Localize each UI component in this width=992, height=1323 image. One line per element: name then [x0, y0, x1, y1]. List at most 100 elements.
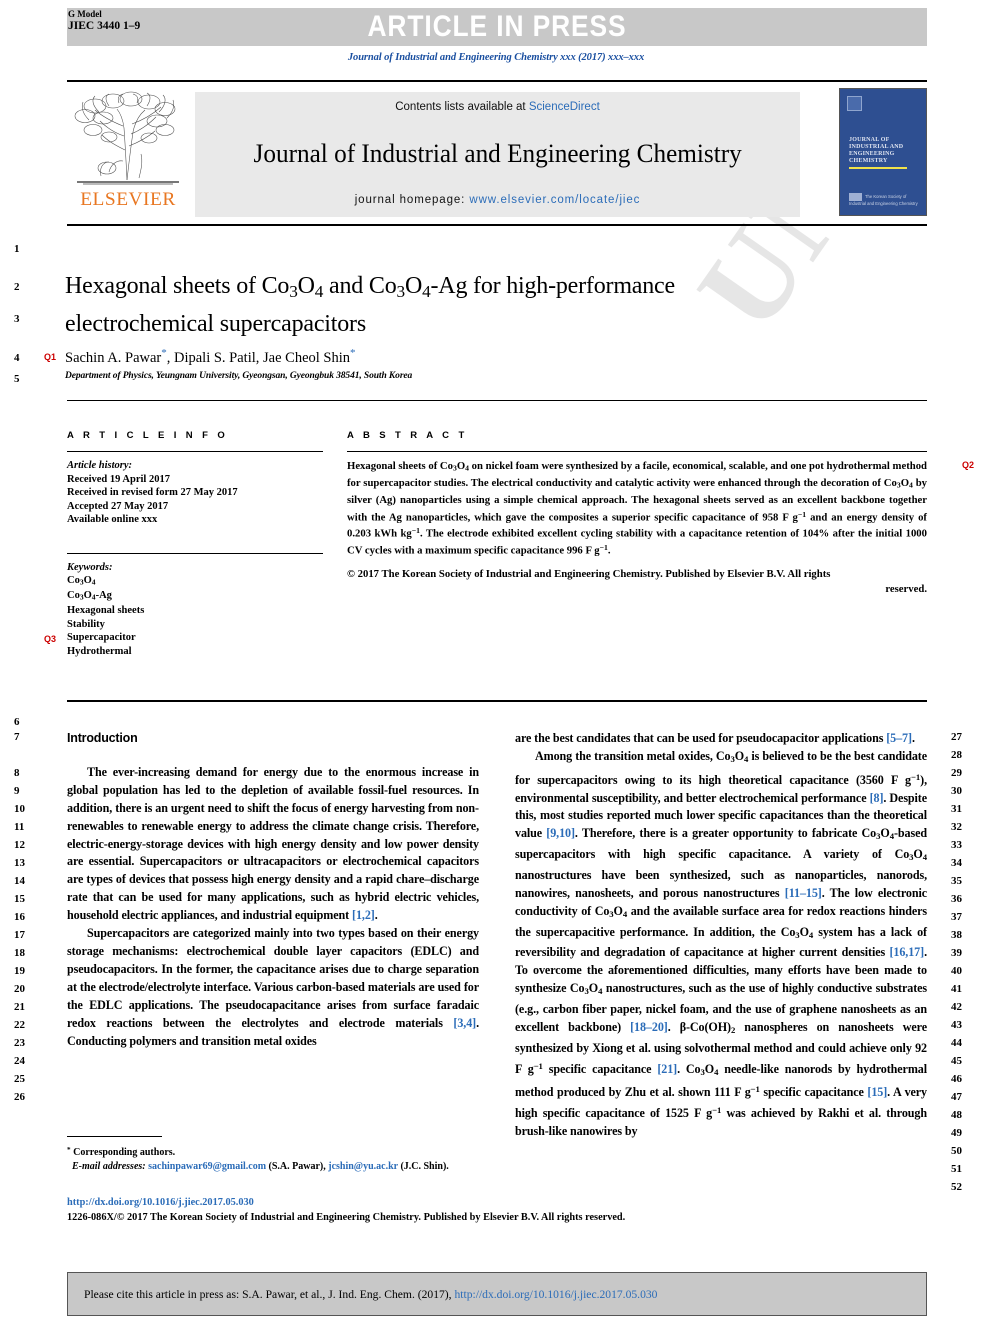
query-tag-q1[interactable]: Q1 — [44, 352, 56, 362]
abstract-copyright: © 2017 The Korean Society of Industrial … — [347, 567, 927, 596]
line-number: 3 — [14, 313, 20, 325]
line-number: 20 — [14, 983, 25, 995]
elsevier-tree-icon — [74, 91, 179, 185]
line-number: 29 — [951, 767, 962, 779]
line-number: 33 — [951, 839, 962, 851]
line-number: 42 — [951, 1001, 962, 1013]
cite-text-wrapper: Please cite this article in press as: S.… — [84, 1288, 657, 1301]
keyword-item: Stability — [67, 618, 105, 630]
contents-panel: Contents lists available at ScienceDirec… — [195, 92, 800, 217]
article-id: JIEC 3440 1–9 — [68, 20, 141, 32]
g-model-block: G Model JIEC 3440 1–9 — [68, 8, 140, 32]
citation-ref[interactable]: [1,2] — [352, 908, 375, 922]
article-info-block: A R T I C L E I N F O Article history: R… — [67, 430, 323, 658]
contents-available-line: Contents lists available at ScienceDirec… — [395, 101, 600, 113]
line-number: 4 — [14, 352, 20, 364]
homepage-url[interactable]: www.elsevier.com/locate/jiec — [469, 194, 640, 206]
line-number: 23 — [14, 1037, 25, 1049]
banner-label: ARTICLE IN PRESS — [367, 10, 627, 43]
issn-copyright-line: 1226-086X/© 2017 The Korean Society of I… — [67, 1211, 626, 1223]
history-item: Accepted 27 May 2017 — [67, 500, 169, 512]
journal-masthead: ELSEVIER Contents lists available at Sci… — [67, 80, 927, 226]
keywords-block: Keywords: Co3O4 Co3O4-Ag Hexagonal sheet… — [67, 561, 323, 659]
section-heading-introduction: Introduction — [67, 731, 138, 745]
keyword-item: Hydrothermal — [67, 645, 132, 657]
cover-badge-icon — [847, 96, 862, 111]
elsevier-wordmark: ELSEVIER — [80, 189, 176, 210]
line-number: 18 — [14, 947, 25, 959]
line-number: 13 — [14, 857, 25, 869]
line-number: 22 — [14, 1019, 25, 1031]
keyword-item: Co3O4-Ag — [67, 590, 112, 602]
line-number: 50 — [951, 1145, 962, 1157]
body-column-left: Introduction The ever-increasing demand … — [67, 730, 479, 1050]
line-number: 21 — [14, 1001, 25, 1013]
line-number: 40 — [951, 965, 962, 977]
email-addresses-note: E-mail addresses: sachinpawar69@gmail.co… — [67, 1160, 479, 1174]
citation-ref[interactable]: [16,17] — [889, 945, 924, 959]
copyright-tail: reserved. — [885, 582, 927, 595]
line-number: 14 — [14, 875, 25, 887]
query-tag-q3[interactable]: Q3 — [44, 634, 56, 644]
citation-ref[interactable]: [9,10] — [546, 826, 575, 840]
journal-homepage-line: journal homepage: www.elsevier.com/locat… — [355, 194, 641, 206]
line-number: 25 — [14, 1073, 25, 1085]
homepage-label: journal homepage: — [354, 194, 470, 206]
citation-ref[interactable]: [21] — [657, 1062, 677, 1076]
line-number: 9 — [14, 785, 20, 797]
citation-ref[interactable]: [8] — [870, 791, 884, 805]
line-number: 19 — [14, 965, 25, 977]
citation-ref[interactable]: [18–20] — [630, 1020, 668, 1034]
email-link-pawar[interactable]: sachinpawar69@gmail.com — [148, 1161, 266, 1172]
sciencedirect-link[interactable]: ScienceDirect — [529, 101, 600, 113]
email-label: E-mail addresses: — [72, 1161, 146, 1173]
article-info-heading: A R T I C L E I N F O — [67, 430, 229, 441]
author-footnote-marker[interactable]: * — [161, 347, 167, 359]
society-logo-icon — [849, 193, 862, 201]
cite-this-article-box: Please cite this article in press as: S.… — [67, 1272, 927, 1316]
line-number: 37 — [951, 911, 962, 923]
email-link-shin[interactable]: jcshin@yu.ac.kr — [328, 1161, 398, 1172]
citation-ref[interactable]: [5–7] — [886, 731, 912, 745]
keywords-label: Keywords: — [67, 561, 113, 573]
citation-ref[interactable]: [11–15] — [785, 886, 822, 900]
citation-ref[interactable]: [15] — [867, 1085, 887, 1099]
abstract-rule — [347, 451, 927, 452]
line-number: 34 — [951, 857, 962, 869]
body-paragraph: are the best candidates that can be used… — [515, 731, 915, 745]
cover-title: JOURNAL OF INDUSTRIAL AND ENGINEERING CH… — [849, 137, 904, 164]
line-number: 43 — [951, 1019, 962, 1031]
history-item: Received in revised form 27 May 2017 — [67, 487, 238, 498]
line-number: 8 — [14, 767, 20, 779]
line-number: 24 — [14, 1055, 25, 1067]
line-number: 27 — [951, 731, 962, 743]
citation-ref[interactable]: [3,4] — [453, 1016, 476, 1030]
query-tag-q2[interactable]: Q2 — [962, 460, 974, 470]
page-title: Hexagonal sheets of Co3O4 and Co3O4-Ag f… — [65, 273, 675, 337]
keywords-rule — [67, 552, 323, 554]
article-history: Article history: Received 19 April 2017 … — [67, 459, 323, 527]
footnote-marker: * — [67, 1146, 71, 1154]
line-number: 7 — [14, 731, 20, 743]
body-column-right: are the best candidates that can be used… — [515, 730, 927, 1141]
line-number: 41 — [951, 983, 962, 995]
line-number: 36 — [951, 893, 962, 905]
line-number: 38 — [951, 929, 962, 941]
author-footnote-marker[interactable]: * — [350, 347, 356, 359]
line-number: 30 — [951, 785, 962, 797]
cover-society-footer: The Korean Society of Industrial and Eng… — [849, 193, 919, 206]
doi-url[interactable]: http://dx.doi.org/10.1016/j.jiec.2017.05… — [67, 1196, 827, 1211]
title-divider — [67, 400, 927, 401]
line-number: 31 — [951, 803, 962, 815]
cite-doi-link[interactable]: http://dx.doi.org/10.1016/j.jiec.2017.05… — [454, 1288, 657, 1301]
keyword-item: Supercapacitor — [67, 632, 136, 644]
line-number: 45 — [951, 1055, 962, 1067]
keyword-item: Hexagonal sheets — [67, 605, 145, 617]
history-item: Received 19 April 2017 — [67, 473, 170, 485]
abstract-block-divider — [67, 700, 927, 702]
journal-cover-thumbnail: JOURNAL OF INDUSTRIAL AND ENGINEERING CH… — [839, 88, 927, 216]
line-number: 1 — [14, 243, 20, 255]
line-number: 52 — [951, 1181, 962, 1193]
line-number: 17 — [14, 929, 25, 941]
elsevier-logo: ELSEVIER — [69, 90, 187, 218]
